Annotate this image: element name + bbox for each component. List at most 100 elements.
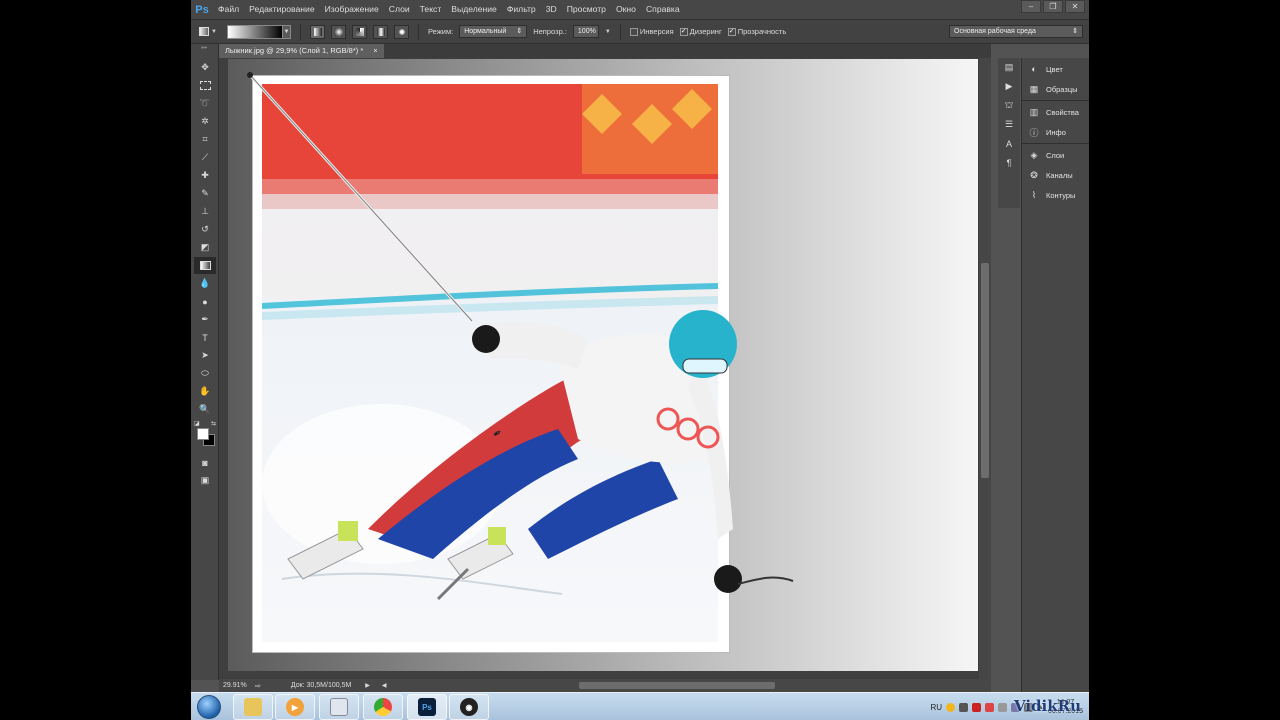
- blur-tool-icon[interactable]: 💧: [194, 275, 216, 292]
- radial-gradient-button[interactable]: [331, 24, 346, 39]
- workspace-select[interactable]: Основная рабочая среда ⇕: [949, 25, 1083, 38]
- taskbar-explorer[interactable]: [233, 694, 273, 720]
- checkbox-checked-icon: ✓: [679, 27, 688, 36]
- zoom-level[interactable]: 29.91%: [223, 682, 253, 689]
- document-canvas[interactable]: ✒: [228, 59, 978, 671]
- gradient-picker[interactable]: ▼: [227, 24, 291, 39]
- diamond-gradient-button[interactable]: [394, 24, 409, 39]
- scrollbar-thumb[interactable]: [981, 263, 989, 478]
- taskbar-media-player[interactable]: ▶: [275, 694, 315, 720]
- path-selection-tool-icon[interactable]: ➤: [194, 347, 216, 364]
- linear-gradient-button[interactable]: [310, 24, 325, 39]
- reflected-gradient-icon: [376, 27, 385, 36]
- restore-button[interactable]: ❐: [1043, 0, 1063, 13]
- pen-tool-icon[interactable]: ✒: [194, 311, 216, 328]
- menu-layer[interactable]: Слои: [384, 0, 415, 19]
- menu-filter[interactable]: Фильтр: [502, 0, 541, 19]
- magic-wand-tool-icon[interactable]: ✲: [194, 113, 216, 130]
- mode-select[interactable]: Нормальный ⇕: [459, 25, 528, 38]
- gradient-preview[interactable]: [227, 24, 283, 39]
- menu-3d[interactable]: 3D: [541, 0, 562, 19]
- panel-channels[interactable]: ❂ Каналы: [1022, 165, 1089, 185]
- transparency-checkbox[interactable]: ✓ Прозрачность: [727, 27, 786, 36]
- opacity-input[interactable]: 100%: [572, 25, 599, 38]
- menu-edit[interactable]: Редактирование: [244, 0, 319, 19]
- character-icon[interactable]: A: [998, 134, 1020, 153]
- menu-file[interactable]: Файл: [213, 0, 244, 19]
- taskbar-calculator[interactable]: [319, 694, 359, 720]
- history-icon[interactable]: ▤: [998, 58, 1020, 77]
- dither-checkbox[interactable]: ✓ Дизеринг: [679, 27, 722, 36]
- invert-checkbox[interactable]: Инверсия: [629, 27, 674, 36]
- history-brush-tool-icon[interactable]: ↺: [194, 221, 216, 238]
- taskbar-obs[interactable]: ◉: [449, 694, 489, 720]
- paragraph-icon[interactable]: ¶: [998, 153, 1020, 172]
- menu-help[interactable]: Справка: [641, 0, 685, 19]
- language-indicator[interactable]: RU: [930, 703, 942, 712]
- tray-app-icon[interactable]: [998, 702, 1008, 712]
- tool-preset-picker[interactable]: ▼: [199, 25, 221, 39]
- brush-tool-icon[interactable]: ✎: [194, 185, 216, 202]
- opacity-slider-toggle[interactable]: ▼: [605, 29, 611, 35]
- start-button[interactable]: [197, 695, 221, 719]
- adjustments-icon[interactable]: ☰: [998, 115, 1020, 134]
- panel-layers[interactable]: ◈ Слои: [1022, 145, 1089, 165]
- quick-mask-icon[interactable]: ◙: [194, 454, 216, 471]
- menu-select[interactable]: Выделение: [446, 0, 502, 19]
- panel-swatches[interactable]: ▦ Образцы: [1022, 79, 1089, 99]
- canvas-area[interactable]: ✒: [219, 58, 979, 679]
- document-tab[interactable]: Лыжник.jpg @ 29,9% (Слой 1, RGB/8*) * ×: [219, 44, 384, 58]
- menu-view[interactable]: Просмотр: [562, 0, 611, 19]
- marquee-tool-icon[interactable]: [194, 77, 216, 94]
- type-tool-icon[interactable]: T: [194, 329, 216, 346]
- doc-info: Док: 30,5M/100,5M: [290, 682, 352, 689]
- foreground-color[interactable]: [197, 428, 209, 440]
- horizontal-scrollbar-thumb[interactable]: [579, 682, 775, 689]
- panel-paths[interactable]: ⌇ Контуры: [1022, 185, 1089, 205]
- tools-collapse-icon[interactable]: ▸▸: [191, 44, 218, 58]
- tray-app-icon[interactable]: [985, 702, 995, 712]
- lasso-tool-icon[interactable]: ➰: [194, 95, 216, 112]
- healing-brush-tool-icon[interactable]: ✚: [194, 167, 216, 184]
- crop-tool-icon[interactable]: ⌗: [194, 131, 216, 148]
- eyedropper-tool-icon[interactable]: ⟋: [194, 149, 216, 166]
- dodge-tool-icon[interactable]: ●: [194, 293, 216, 310]
- default-colors-icon[interactable]: ◪: [194, 420, 200, 427]
- screen-mode-icon[interactable]: ▣: [194, 472, 216, 489]
- color-swatches[interactable]: ◪ ⇆: [194, 420, 216, 450]
- tray-app-icon[interactable]: [972, 702, 982, 712]
- zoom-tool-icon[interactable]: 🔍: [194, 401, 216, 418]
- minimize-button[interactable]: –: [1021, 0, 1041, 13]
- document-tabs: Лыжник.jpg @ 29,9% (Слой 1, RGB/8*) * ×: [219, 44, 991, 58]
- close-button[interactable]: ✕: [1065, 0, 1085, 13]
- shape-tool-icon[interactable]: ⬭: [194, 365, 216, 382]
- close-icon[interactable]: ×: [373, 44, 377, 58]
- panel-properties[interactable]: ▥ Свойства: [1022, 102, 1089, 122]
- move-tool-icon[interactable]: ✥: [194, 59, 216, 76]
- chevron-down-icon[interactable]: ▼: [283, 24, 291, 39]
- status-menu-arrow[interactable]: ▶: [365, 682, 370, 689]
- swap-colors-icon[interactable]: ⇆: [211, 420, 216, 427]
- taskbar-photoshop[interactable]: Ps: [407, 694, 447, 720]
- taskbar-chrome[interactable]: [363, 694, 403, 720]
- menu-image[interactable]: Изображение: [320, 0, 384, 19]
- panel-info[interactable]: ⓘ Инфо: [1022, 122, 1089, 142]
- eraser-tool-icon[interactable]: ◩: [194, 239, 216, 256]
- reflected-gradient-button[interactable]: [373, 24, 388, 39]
- hand-tool-icon[interactable]: ✋: [194, 383, 216, 400]
- panel-group-properties: ▥ Свойства ⓘ Инфо: [1022, 101, 1089, 144]
- angle-gradient-button[interactable]: [352, 24, 367, 39]
- actions-icon[interactable]: ▶: [998, 77, 1020, 96]
- vertical-scrollbar[interactable]: [979, 58, 991, 679]
- tray-app-icon[interactable]: [959, 702, 969, 712]
- gradient-tool-icon[interactable]: [194, 257, 216, 274]
- info-icon: ⓘ: [1029, 127, 1039, 138]
- panel-color[interactable]: ◐ Цвет: [1022, 59, 1089, 79]
- menu-window[interactable]: Окно: [611, 0, 641, 19]
- tray-app-icon[interactable]: [946, 702, 956, 712]
- export-icon[interactable]: ⇨: [255, 682, 261, 690]
- brush-presets-icon[interactable]: ⛫: [998, 96, 1020, 115]
- clone-stamp-tool-icon[interactable]: ⊥: [194, 203, 216, 220]
- scroll-left-arrow[interactable]: ◀: [382, 682, 387, 689]
- menu-type[interactable]: Текст: [415, 0, 447, 19]
